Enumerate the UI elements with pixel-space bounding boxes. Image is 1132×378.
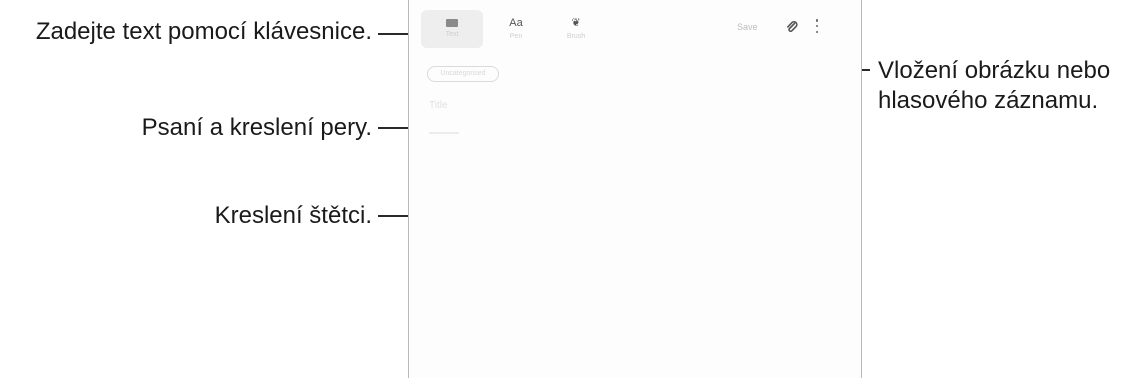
brush-tool-label: Brush bbox=[566, 33, 586, 40]
callout-brush-text: Kreslení štětci. bbox=[214, 202, 372, 229]
brush-icon: ❦ bbox=[571, 17, 581, 29]
callout-keyboard-text: Zadejte text pomocí klávesnice. bbox=[35, 18, 372, 45]
callout-pen-text: Psaní a kreslení pery. bbox=[141, 114, 372, 141]
save-button[interactable]: Save bbox=[737, 22, 758, 32]
pen-tool-label: Pen bbox=[509, 33, 523, 40]
title-underline bbox=[429, 132, 459, 134]
callout-attach-text-line2: hlasového záznamu. bbox=[878, 87, 1099, 114]
keyboard-tool-button[interactable]: Text bbox=[421, 10, 483, 48]
paperclip-icon[interactable] bbox=[785, 20, 799, 34]
keyboard-icon bbox=[446, 19, 458, 27]
pen-tool-button[interactable]: Aa Pen bbox=[499, 10, 533, 48]
note-editor-screen: Text Aa Pen ❦ Brush Save Uncategorised T… bbox=[408, 0, 862, 378]
keyboard-tool-label: Text bbox=[445, 31, 459, 38]
callout-attach-text-line1: Vložení obrázku nebo bbox=[878, 57, 1111, 84]
category-selector[interactable]: Uncategorised bbox=[427, 66, 499, 82]
title-input[interactable]: Title bbox=[429, 100, 448, 111]
more-options-icon[interactable] bbox=[815, 19, 819, 33]
text-aa-icon: Aa bbox=[509, 17, 523, 29]
brush-tool-button[interactable]: ❦ Brush bbox=[559, 10, 593, 48]
